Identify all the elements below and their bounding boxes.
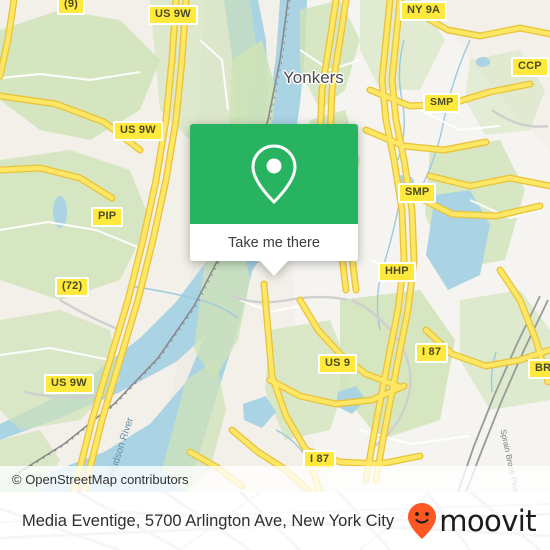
- shield-us-9w-top: US 9W: [148, 5, 198, 25]
- shield-hhp: HHP: [378, 262, 416, 282]
- shield-us-9w-left: US 9W: [113, 121, 163, 141]
- take-me-there-label: Take me there: [228, 234, 320, 251]
- moovit-brand[interactable]: moovit: [407, 502, 537, 540]
- map-attribution: © OpenStreetMap contributors: [0, 466, 550, 492]
- shield-us-9: US 9: [318, 354, 358, 374]
- shield-brp: BRP: [528, 359, 550, 379]
- footer-bar: Media Eventige, 5700 Arlington Ave, New …: [0, 492, 550, 550]
- location-popup-card[interactable]: Take me there: [190, 124, 358, 276]
- footer-content: Media Eventige, 5700 Arlington Ave, New …: [0, 492, 550, 550]
- shield-pip: PIP: [91, 207, 124, 227]
- place-label-yonkers: Yonkers: [283, 68, 344, 87]
- shield-smp-mid: SMP: [398, 183, 437, 203]
- map-canvas[interactable]: Yonkers Hudson River Sprain Brook Pkwy (…: [0, 0, 550, 492]
- shield-us-9w-bottom: US 9W: [44, 374, 94, 394]
- location-title: Media Eventige, 5700 Arlington Ave, New …: [22, 511, 395, 530]
- shield-smp-top: SMP: [423, 93, 461, 113]
- moovit-smiling-pin-logo: [408, 503, 437, 539]
- moovit-map-screenshot: Yonkers Hudson River Sprain Brook Pkwy (…: [0, 0, 550, 550]
- shield-72: (72): [55, 277, 90, 297]
- moovit-wordmark: moovit: [439, 503, 536, 538]
- popup-card-pointer: [260, 261, 288, 276]
- map-pin-icon: [251, 144, 297, 205]
- shield-9-top: (9): [57, 0, 86, 15]
- shield-i87-upper: I 87: [415, 343, 449, 363]
- take-me-there-button[interactable]: Take me there: [190, 224, 358, 261]
- attribution-text: © OpenStreetMap contributors: [12, 471, 189, 487]
- popup-card-header: [190, 124, 358, 224]
- shield-ny-9a: NY 9A: [400, 1, 448, 21]
- shield-ccp: CCP: [511, 57, 549, 77]
